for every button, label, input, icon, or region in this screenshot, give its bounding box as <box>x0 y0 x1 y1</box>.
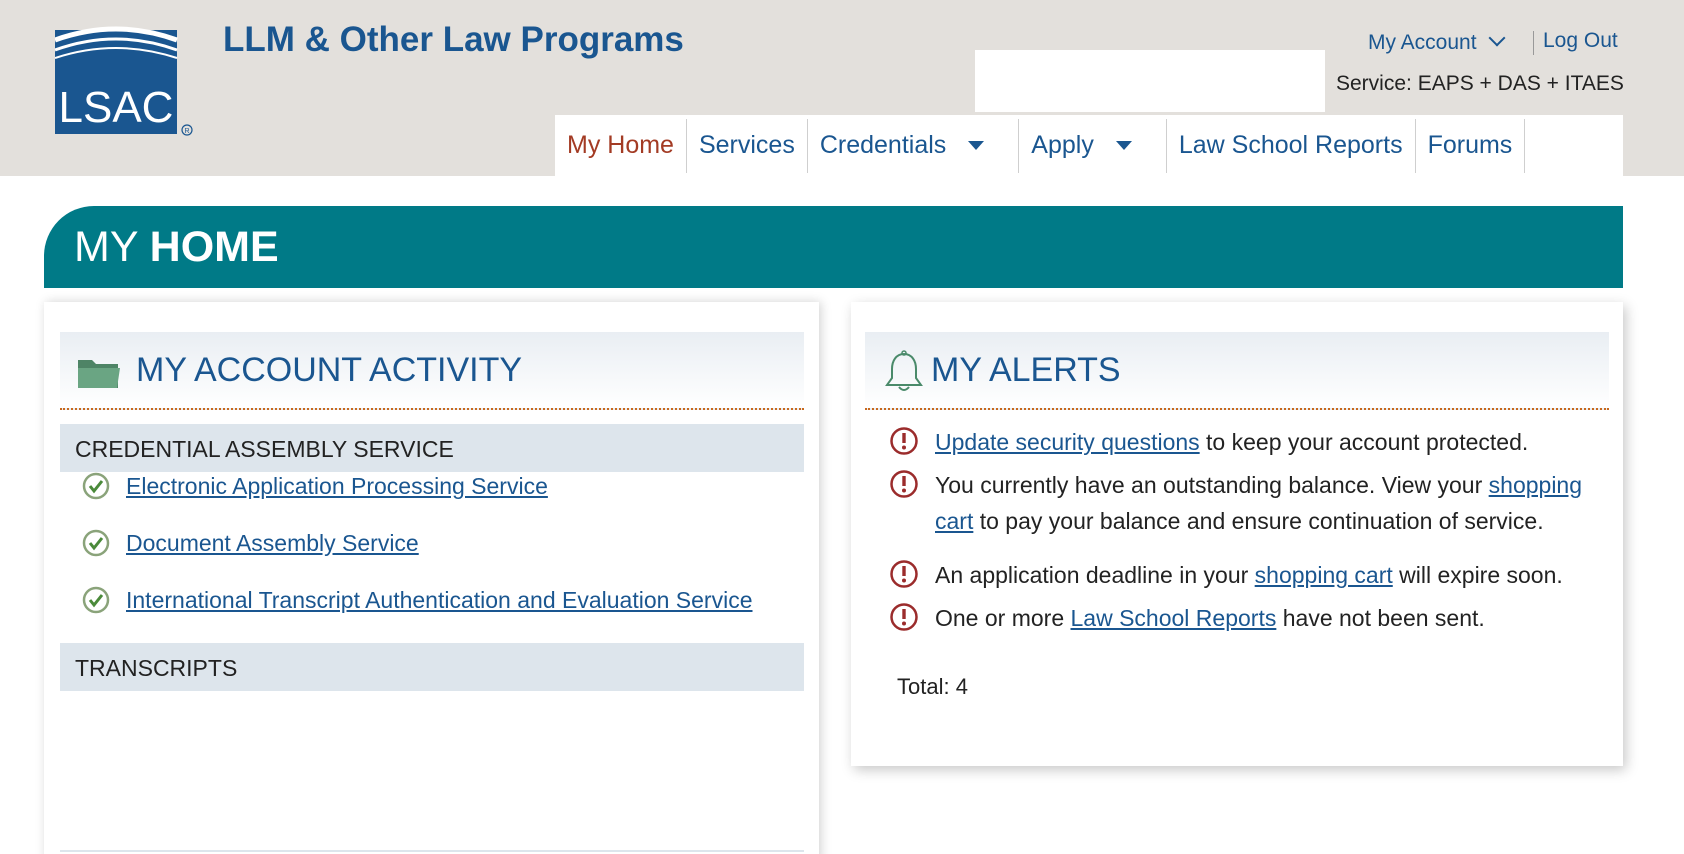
alert-text-part: One or more <box>935 605 1071 631</box>
nav-label: Law School Reports <box>1178 131 1403 159</box>
nav-apply[interactable]: Apply <box>1019 118 1167 173</box>
alerts-title: MY ALERTS <box>931 351 1121 389</box>
service-indicator: Service: EAPS + DAS + ITAES <box>1336 72 1624 95</box>
service-item: Document Assembly Service <box>82 527 419 559</box>
nav-services[interactable]: Services <box>687 118 808 173</box>
alert-text-part: to pay your balance and ensure continuat… <box>973 508 1544 534</box>
nav-label: My Home <box>567 131 674 159</box>
svg-text:R: R <box>184 128 189 135</box>
nav-forums[interactable]: Forums <box>1416 118 1526 173</box>
main-nav: My Home Services Credentials Apply Law S… <box>555 115 1623 176</box>
account-activity-header: MY ACCOUNT ACTIVITY <box>60 332 804 410</box>
folder-icon <box>78 360 120 388</box>
blank-header-area <box>975 50 1325 112</box>
logo-text: LSAC <box>59 83 174 132</box>
nav-law-school-reports[interactable]: Law School Reports <box>1167 118 1416 173</box>
caret-down-icon <box>968 141 985 150</box>
alert-text: You currently have an outstanding balanc… <box>935 467 1625 539</box>
nav-label: Services <box>698 131 795 159</box>
service-link-itaes[interactable]: International Transcript Authentication … <box>126 587 753 614</box>
check-circle-icon <box>82 472 110 500</box>
service-item: International Transcript Authentication … <box>82 584 753 616</box>
page-title: MY HOME <box>74 223 279 272</box>
exclamation-circle-icon <box>890 427 918 455</box>
nav-credentials[interactable]: Credentials <box>808 118 1020 173</box>
alert-text-part: You currently have an outstanding balanc… <box>935 472 1489 498</box>
service-link-eaps[interactable]: Electronic Application Processing Servic… <box>126 473 548 500</box>
service-link-das[interactable]: Document Assembly Service <box>126 530 419 557</box>
alert-text-part: will expire soon. <box>1392 562 1563 588</box>
nav-label: Forums <box>1427 131 1513 159</box>
check-circle-icon <box>82 586 110 614</box>
alert-text: Update security questions to keep your a… <box>935 424 1625 460</box>
exclamation-circle-icon <box>890 560 918 588</box>
account-menu: My Account Log Out <box>1360 29 1684 59</box>
nav-label: Apply <box>1031 131 1094 159</box>
divider <box>60 850 804 852</box>
chevron-down-icon <box>1488 29 1506 47</box>
account-activity-title: MY ACCOUNT ACTIVITY <box>136 351 523 389</box>
page-title-prefix: MY <box>74 223 150 271</box>
my-account-menu[interactable]: My Account <box>1368 29 1506 55</box>
alert-text: An application deadline in your shopping… <box>935 557 1625 593</box>
nav-my-home[interactable]: My Home <box>555 118 687 173</box>
alerts-header: MY ALERTS <box>865 332 1609 410</box>
caret-down-icon <box>1115 141 1132 150</box>
alert-text: One or more Law School Reports have not … <box>935 600 1625 636</box>
alerts-panel: MY ALERTS Update security questions to k… <box>851 302 1623 766</box>
page-title-bold: HOME <box>149 223 279 271</box>
exclamation-circle-icon <box>890 603 918 631</box>
exclamation-circle-icon <box>890 470 918 498</box>
page-banner: MY HOME <box>44 206 1623 288</box>
divider <box>1533 31 1534 55</box>
my-account-label: My Account <box>1368 31 1477 54</box>
law-school-reports-link[interactable]: Law School Reports <box>1071 605 1277 631</box>
check-circle-icon <box>82 529 110 557</box>
log-out-link[interactable]: Log Out <box>1543 29 1618 53</box>
section-credential-assembly: CREDENTIAL ASSEMBLY SERVICE <box>60 424 804 472</box>
alert-text-part: An application deadline in your <box>935 562 1255 588</box>
alerts-total: Total: 4 <box>897 674 968 699</box>
account-activity-panel: MY ACCOUNT ACTIVITY CREDENTIAL ASSEMBLY … <box>44 302 819 854</box>
bell-icon <box>885 350 923 391</box>
nav-label: Credentials <box>819 131 947 159</box>
lsac-logo[interactable]: LSAC R <box>55 22 203 144</box>
service-item: Electronic Application Processing Servic… <box>82 470 548 502</box>
alert-text-part: have not been sent. <box>1276 605 1485 631</box>
shopping-cart-link[interactable]: shopping cart <box>1255 562 1393 588</box>
alert-text-part: to keep your account protected. <box>1199 429 1529 455</box>
section-transcripts: TRANSCRIPTS <box>60 643 804 691</box>
site-title: LLM & Other Law Programs <box>223 20 684 59</box>
update-security-questions-link[interactable]: Update security questions <box>935 429 1200 455</box>
